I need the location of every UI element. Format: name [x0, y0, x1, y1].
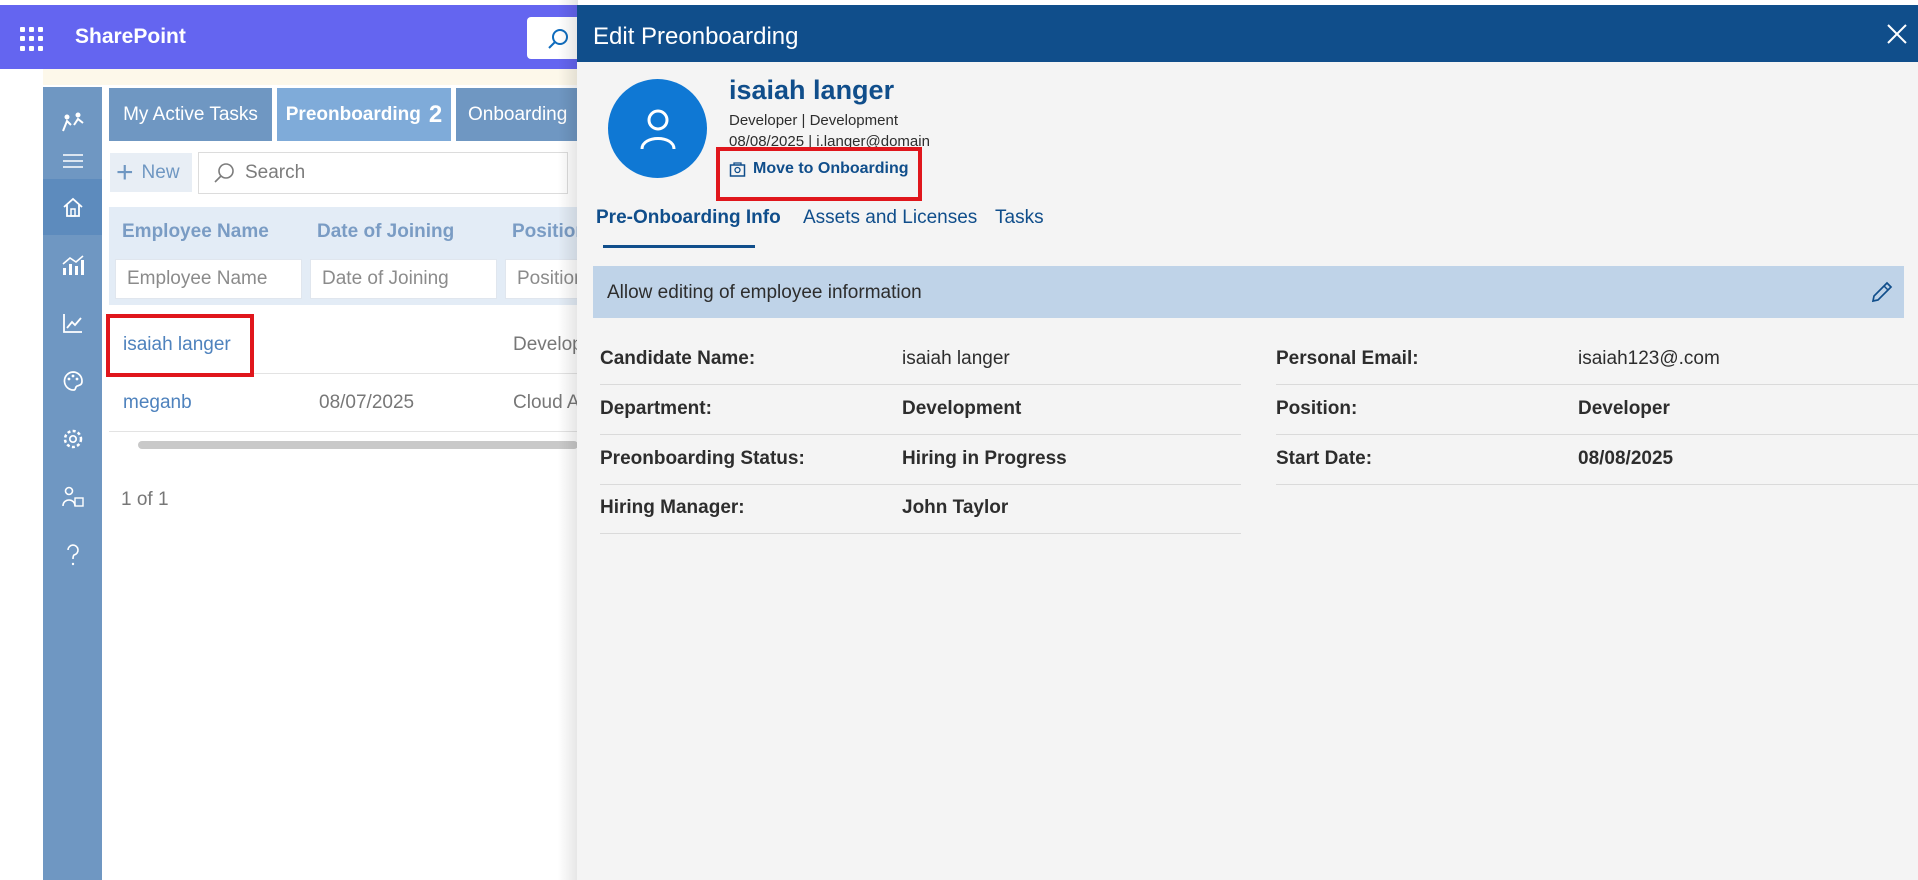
panel-header: Edit Preonboarding	[577, 5, 1918, 62]
field-divider	[600, 533, 1241, 534]
tab-assets-and-licenses[interactable]: Assets and Licenses	[803, 207, 977, 229]
person-icon	[640, 109, 675, 149]
grid-header: Employee Name Date of Joining Position E…	[109, 207, 587, 305]
user-name: isaiah langer	[729, 75, 895, 105]
plus-icon: +	[116, 155, 134, 189]
field-label: Candidate Name:	[600, 348, 756, 369]
people-icon[interactable]	[43, 101, 102, 143]
new-label: New	[141, 161, 180, 183]
field-divider	[600, 384, 1241, 385]
tab-label: Preonboarding	[285, 103, 421, 125]
analytics-icon[interactable]	[43, 237, 102, 293]
pager: 1 of 1	[121, 489, 169, 510]
field-value: Development	[902, 398, 1022, 419]
home-icon[interactable]	[43, 179, 102, 235]
horizontal-scrollbar[interactable]	[138, 441, 578, 449]
search-icon	[214, 163, 234, 183]
edit-icon[interactable]	[1869, 279, 1895, 305]
field-value: 08/08/2025	[1578, 448, 1674, 469]
highlight-box	[716, 147, 922, 201]
search-input[interactable]: Search	[198, 152, 568, 194]
panel-shadow	[558, 0, 578, 880]
notice-strip	[43, 69, 578, 85]
highlight-box	[106, 314, 254, 377]
active-tab-indicator	[603, 245, 755, 248]
palette-icon[interactable]	[43, 353, 102, 409]
close-icon[interactable]	[1884, 21, 1910, 47]
tab-preonboarding[interactable]: Preonboarding 2	[277, 88, 451, 141]
app-brand[interactable]: SharePoint	[75, 25, 186, 49]
field-divider	[1276, 434, 1918, 435]
field-value: Developer	[1578, 398, 1670, 419]
field-value: Hiring in Progress	[902, 448, 1067, 469]
user-group-icon[interactable]	[43, 469, 102, 525]
employee-name-link[interactable]: meganb	[123, 392, 192, 414]
field-label: Hiring Manager:	[600, 497, 745, 518]
column-header[interactable]: Employee Name	[122, 221, 269, 243]
main-content: My Active Tasks Preonboarding 2 Onboardin…	[102, 87, 606, 880]
field-divider	[1276, 484, 1918, 485]
user-role: Developer | Development	[729, 112, 898, 129]
help-icon[interactable]	[43, 527, 102, 583]
settings-icon[interactable]	[43, 411, 102, 467]
trend-icon[interactable]	[43, 295, 102, 351]
left-nav	[43, 87, 102, 880]
filter-input[interactable]: Employee Name	[115, 259, 302, 299]
tab-my-active-tasks[interactable]: My Active Tasks	[109, 88, 272, 141]
field-divider	[600, 434, 1241, 435]
field-label: Position:	[1276, 398, 1358, 419]
field-value: isaiah123@.com	[1578, 348, 1720, 369]
field-divider	[600, 484, 1241, 485]
filter-input[interactable]: Date of Joining	[310, 259, 497, 299]
column-header[interactable]: Date of Joining	[317, 221, 454, 243]
date-cell: 08/07/2025	[319, 392, 415, 413]
panel-title: Edit Preonboarding	[593, 23, 799, 50]
waffle-icon[interactable]	[20, 27, 44, 51]
tab-label: Onboarding	[468, 103, 568, 125]
field-label: Preonboarding Status:	[600, 448, 805, 469]
field-label: Personal Email:	[1276, 348, 1419, 369]
table-row[interactable]: meganb 08/07/2025 Cloud A	[109, 374, 580, 432]
avatar	[608, 79, 707, 178]
edit-bar-text: Allow editing of employee information	[607, 282, 922, 303]
field-label: Department:	[600, 398, 712, 419]
search-placeholder: Search	[245, 162, 306, 183]
new-button[interactable]: + New	[110, 153, 192, 192]
tab-pre-onboarding-info[interactable]: Pre-Onboarding Info	[596, 207, 781, 229]
menu-icon[interactable]	[43, 143, 102, 179]
field-divider	[1276, 384, 1918, 385]
edit-bar: Allow editing of employee information	[593, 266, 1904, 318]
tab-tasks[interactable]: Tasks	[995, 207, 1044, 229]
edit-panel: Edit Preonboarding isaiah langer Develop…	[577, 5, 1918, 880]
field-value: John Taylor	[902, 497, 1009, 518]
tab-count-badge: 2	[428, 100, 443, 128]
field-value: isaiah langer	[902, 348, 1010, 369]
tab-label: My Active Tasks	[123, 103, 258, 125]
field-label: Start Date:	[1276, 448, 1373, 469]
